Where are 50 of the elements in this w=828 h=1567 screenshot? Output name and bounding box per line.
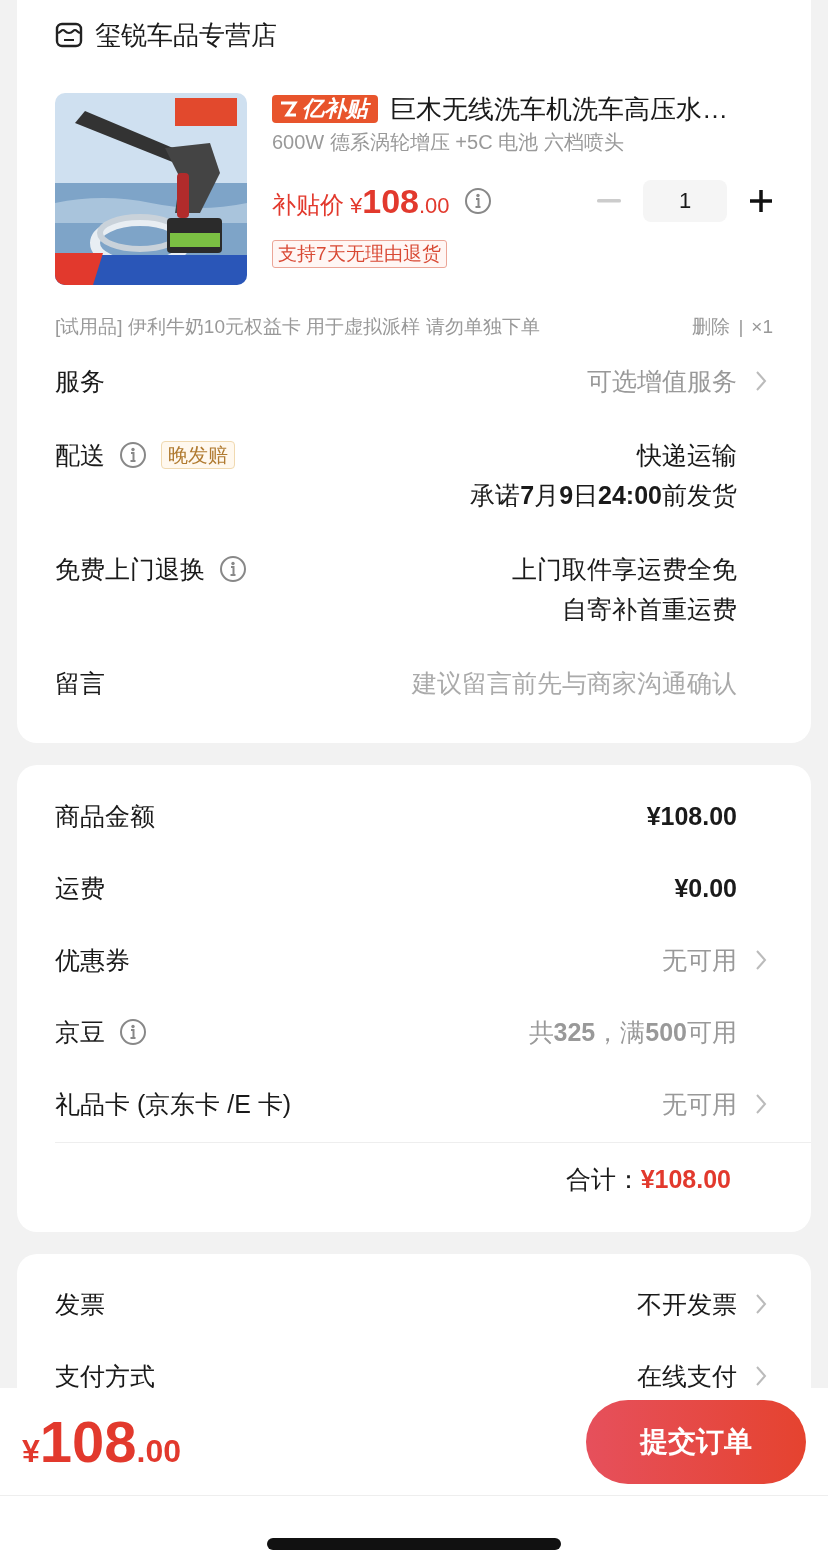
- product-title[interactable]: 巨木无线洗车机洗车高压水…: [390, 91, 728, 127]
- row-value: 快递运输: [637, 440, 737, 471]
- item-count: ×1: [751, 316, 773, 338]
- store-icon: [55, 21, 83, 49]
- info-icon[interactable]: [219, 555, 247, 583]
- row-label: 支付方式: [55, 1361, 155, 1388]
- row-value: 无可用: [662, 945, 737, 976]
- store-name[interactable]: 玺锐车品专营店: [95, 17, 277, 53]
- late-delivery-tag: 晚发赔: [161, 441, 235, 469]
- product-spec: 600W 德系涡轮增压 +5C 电池 六档喷头: [272, 130, 625, 155]
- row-value: 共325，满500可用: [528, 1017, 737, 1048]
- return-policy-tag: 支持7天无理由退货: [272, 240, 447, 268]
- chevron-right-icon[interactable]: [755, 1365, 767, 1387]
- info-icon[interactable]: [463, 187, 492, 215]
- row-value: ¥0.00: [674, 873, 737, 904]
- row-label: 京豆: [55, 1017, 105, 1048]
- row-label: 留言: [55, 668, 105, 699]
- quantity-field[interactable]: 1: [643, 180, 727, 222]
- row-label: 配送: [55, 440, 105, 471]
- row-label: 优惠券: [55, 945, 130, 976]
- chevron-right-icon[interactable]: [755, 1293, 767, 1315]
- total-label: 合计：: [565, 1163, 641, 1195]
- row-value: ¥108.00: [646, 801, 737, 832]
- row-label: 服务: [55, 366, 105, 397]
- total-price: ¥108.00: [22, 1408, 182, 1475]
- row-value: 自寄补首重运费: [562, 594, 737, 625]
- row-label: 商品金额: [55, 801, 155, 832]
- row-label: 礼品卡 (京东卡 /E 卡): [55, 1089, 292, 1120]
- info-icon[interactable]: [119, 1018, 147, 1046]
- row-value: 上门取件享运费全免: [512, 554, 737, 585]
- chevron-right-icon[interactable]: [755, 949, 767, 971]
- chevron-right-icon[interactable]: [755, 370, 767, 392]
- row-label: 免费上门退换: [55, 554, 205, 585]
- row-label: 发票: [55, 1289, 105, 1320]
- info-icon[interactable]: [119, 441, 147, 469]
- row-label: 运费: [55, 873, 105, 904]
- subsidy-badge: 亿补贴: [272, 95, 378, 123]
- row-value: 在线支付: [637, 1361, 737, 1388]
- row-value: 可选增值服务: [587, 366, 737, 397]
- row-value: 承诺7月9日24:00前发货: [470, 480, 737, 511]
- subsidy-price: 补贴价 ¥108.00: [272, 181, 450, 221]
- row-value: 无可用: [662, 1089, 737, 1120]
- trial-item-text: [试用品] 伊利牛奶10元权益卡 用于虚拟派样 请勿单独下单: [55, 315, 540, 339]
- plus-icon[interactable]: [749, 189, 773, 213]
- submit-order-button[interactable]: 提交订单: [586, 1399, 806, 1484]
- row-value: 不开发票: [637, 1289, 737, 1320]
- total-amount: ¥108.00: [640, 1164, 731, 1194]
- separator: |: [738, 316, 744, 338]
- chevron-right-icon[interactable]: [755, 1093, 767, 1115]
- message-field[interactable]: 建议留言前先与商家沟通确认: [317, 663, 737, 703]
